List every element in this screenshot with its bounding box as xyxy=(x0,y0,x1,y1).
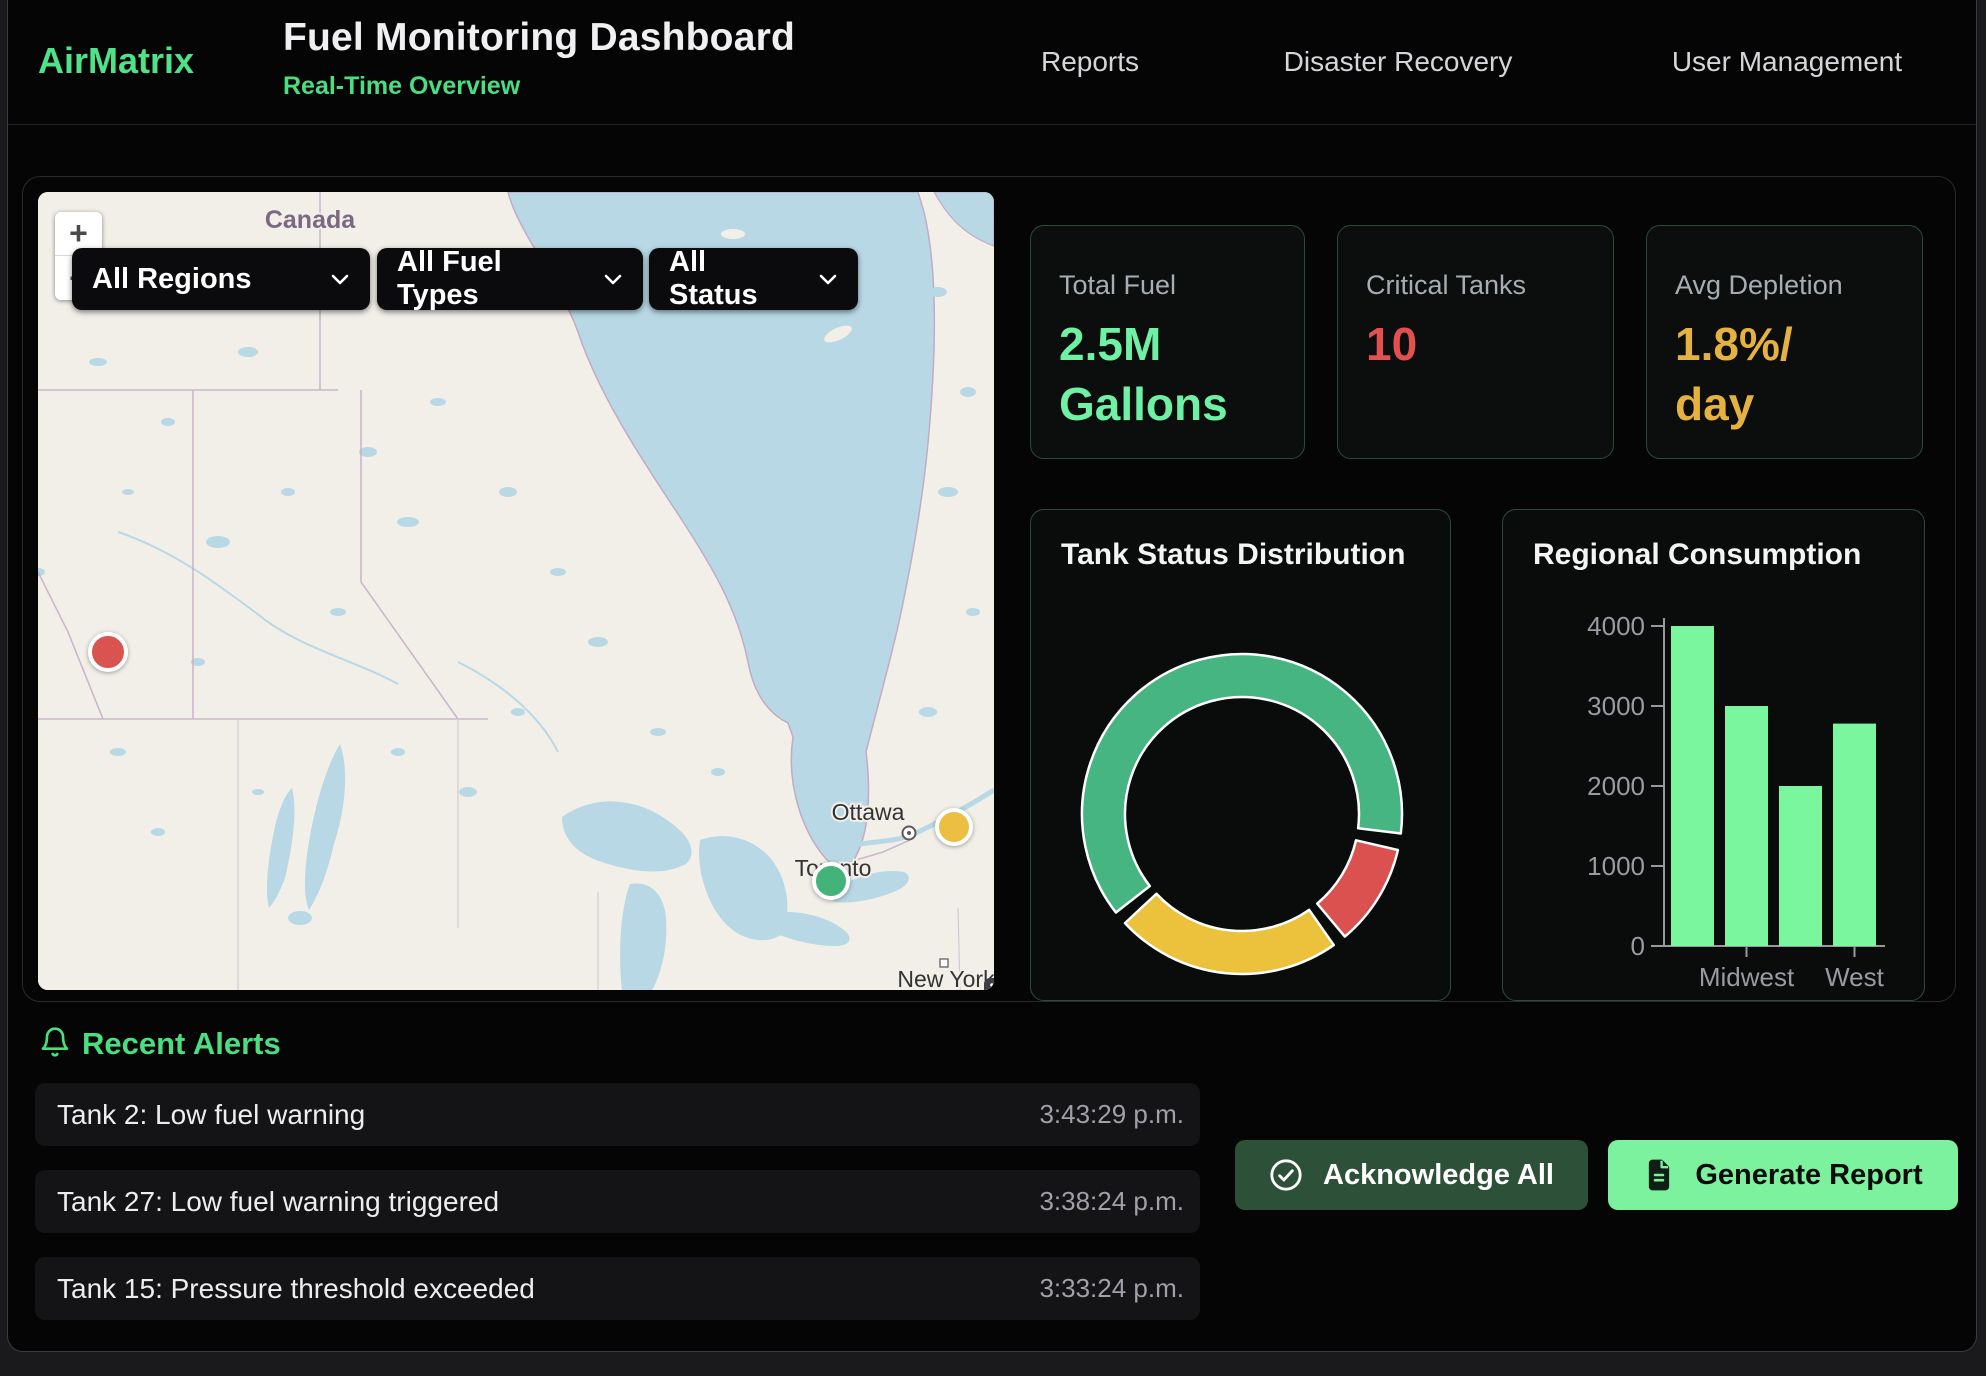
alert-timestamp: 3:43:29 p.m. xyxy=(1039,1099,1184,1130)
y-tick-label: 1000 xyxy=(1587,851,1645,881)
tank-marker-critical[interactable] xyxy=(88,632,128,672)
chevron-down-icon xyxy=(603,273,623,286)
nav-user-management[interactable]: User Management xyxy=(1672,46,1902,78)
nav-disaster-recovery[interactable]: Disaster Recovery xyxy=(1284,46,1513,78)
regional-consumption-bar-chart: 0 1000 2000 3000 4000 Midwest West xyxy=(1503,510,1926,1002)
y-tick-label: 3000 xyxy=(1587,691,1645,721)
bar-1[interactable] xyxy=(1725,706,1768,946)
page-title: Fuel Monitoring Dashboard xyxy=(283,16,795,60)
kpi-label: Critical Tanks xyxy=(1366,270,1585,301)
kpi-value: 1.8%/day xyxy=(1675,315,1894,435)
tank-marker-warning[interactable] xyxy=(935,808,973,846)
y-tick-label: 2000 xyxy=(1587,771,1645,801)
donut-segment-critical[interactable] xyxy=(1317,840,1398,936)
alert-row[interactable]: Tank 27: Low fuel warning triggered 3:38… xyxy=(35,1170,1200,1233)
acknowledge-all-button[interactable]: Acknowledge All xyxy=(1235,1140,1588,1210)
fuel-type-filter-value: All Fuel Types xyxy=(397,246,581,312)
alerts-heading: Recent Alerts xyxy=(82,1026,281,1062)
dashboard-container: AirMatrix Fuel Monitoring Dashboard Real… xyxy=(7,0,1977,1352)
map-drag-handle-icon[interactable] xyxy=(984,978,994,990)
chevron-down-icon xyxy=(330,273,350,286)
kpi-avg-depletion: Avg Depletion 1.8%/day xyxy=(1646,225,1923,459)
brand-logo[interactable]: AirMatrix xyxy=(38,40,194,82)
bell-icon xyxy=(39,1024,71,1065)
y-tick-label: 0 xyxy=(1631,931,1645,961)
x-tick-label: West xyxy=(1825,962,1885,992)
alert-text: Tank 27: Low fuel warning triggered xyxy=(57,1186,499,1218)
check-circle-icon xyxy=(1269,1158,1303,1192)
report-file-icon xyxy=(1643,1158,1675,1192)
x-tick-label: Midwest xyxy=(1699,962,1795,992)
alert-timestamp: 3:38:24 p.m. xyxy=(1039,1186,1184,1217)
alert-row[interactable]: Tank 2: Low fuel warning 3:43:29 p.m. xyxy=(35,1083,1200,1146)
nav-reports[interactable]: Reports xyxy=(1041,46,1139,78)
ottawa-city-marker xyxy=(903,827,916,840)
kpi-value: 10 xyxy=(1366,315,1585,375)
donut-chart-title: Tank Status Distribution xyxy=(1061,538,1405,572)
region-filter-value: All Regions xyxy=(92,263,252,296)
alert-text: Tank 15: Pressure threshold exceeded xyxy=(57,1273,535,1305)
header: AirMatrix Fuel Monitoring Dashboard Real… xyxy=(8,0,1976,125)
tank-status-panel: Tank Status Distribution xyxy=(1030,509,1451,1001)
kpi-total-fuel: Total Fuel 2.5MGallons xyxy=(1030,225,1305,459)
alert-timestamp: 3:33:24 p.m. xyxy=(1039,1273,1184,1304)
tank-marker-normal[interactable] xyxy=(812,862,850,900)
status-filter-value: All Status xyxy=(669,246,796,312)
donut-segment-warning[interactable] xyxy=(1125,894,1334,974)
page-subtitle: Real-Time Overview xyxy=(283,72,520,101)
alert-row[interactable]: Tank 15: Pressure threshold exceeded 3:3… xyxy=(35,1257,1200,1320)
chevron-down-icon xyxy=(818,273,838,286)
bar-0[interactable] xyxy=(1671,626,1714,946)
tank-status-donut-chart xyxy=(1062,634,1422,994)
alert-text: Tank 2: Low fuel warning xyxy=(57,1099,365,1131)
fuel-type-filter-dropdown[interactable]: All Fuel Types xyxy=(377,248,643,310)
bar-2[interactable] xyxy=(1779,786,1822,946)
region-filter-dropdown[interactable]: All Regions xyxy=(72,248,370,310)
kpi-label: Total Fuel xyxy=(1059,270,1276,301)
generate-report-button[interactable]: Generate Report xyxy=(1608,1140,1958,1210)
kpi-label: Avg Depletion xyxy=(1675,270,1894,301)
map-label-ottawa: Ottawa xyxy=(832,799,905,825)
kpi-value: 2.5MGallons xyxy=(1059,315,1276,435)
acknowledge-all-label: Acknowledge All xyxy=(1323,1159,1554,1192)
new-york-city-marker xyxy=(940,959,948,967)
status-filter-dropdown[interactable]: All Status xyxy=(649,248,858,310)
regional-consumption-panel: Regional Consumption 01000200030004000Mi… xyxy=(1502,509,1925,1001)
generate-report-label: Generate Report xyxy=(1695,1159,1922,1192)
map-label-new-york: New York xyxy=(897,966,994,990)
map-label-canada: Canada xyxy=(265,206,356,234)
bar-3[interactable] xyxy=(1833,724,1876,946)
kpi-critical-tanks: Critical Tanks 10 xyxy=(1337,225,1614,459)
y-tick-label: 4000 xyxy=(1587,611,1645,641)
